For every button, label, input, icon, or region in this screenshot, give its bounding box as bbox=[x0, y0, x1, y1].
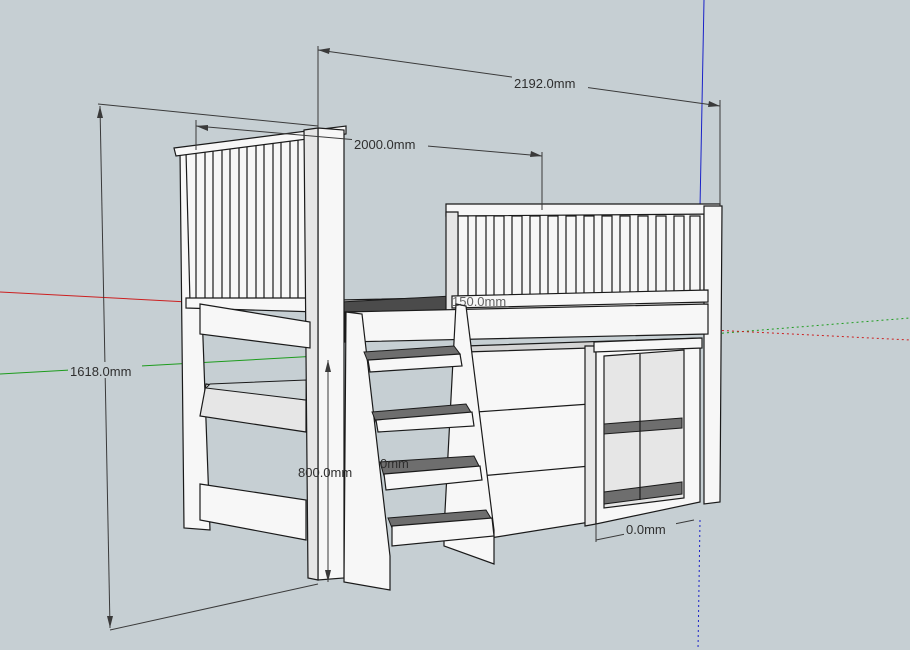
head-end-slats bbox=[195, 137, 308, 301]
under-rail-3 bbox=[199, 483, 307, 541]
green-axis bbox=[0, 355, 319, 375]
dim-label-overall-height: 1618.0mm bbox=[70, 364, 131, 379]
foot-right-post bbox=[703, 205, 723, 505]
dim-label-overall-length: 2192.0mm bbox=[514, 76, 575, 91]
dim-label-rail: 150.0mm bbox=[452, 294, 506, 309]
dim-label-platform-height: 800.0mm bbox=[298, 465, 352, 480]
dimension-rail[interactable]: 150.0mm bbox=[452, 294, 506, 309]
model-canvas[interactable]: 2192.0mm 2000.0mm 1618.0mm 800.0mm 0mm 1… bbox=[0, 0, 910, 650]
red-axis-dotted bbox=[711, 329, 910, 341]
foot-end-top-rail bbox=[445, 203, 721, 217]
dim-label-ladder-partial: 0mm bbox=[380, 456, 409, 471]
modeling-viewport[interactable]: 2192.0mm 2000.0mm 1618.0mm 800.0mm 0mm 1… bbox=[0, 0, 910, 650]
dim-label-bed-length: 2000.0mm bbox=[354, 137, 415, 152]
green-axis-dotted bbox=[711, 317, 910, 335]
dimension-gap[interactable]: 0.0mm bbox=[595, 519, 695, 542]
red-axis bbox=[0, 291, 189, 303]
blue-axis-dotted bbox=[697, 519, 701, 650]
dim-label-gap: 0.0mm bbox=[626, 522, 666, 537]
drawer-side-panel bbox=[584, 345, 597, 527]
head-front-post bbox=[317, 127, 345, 581]
dimension-overall-length[interactable]: 2192.0mm bbox=[317, 46, 721, 206]
